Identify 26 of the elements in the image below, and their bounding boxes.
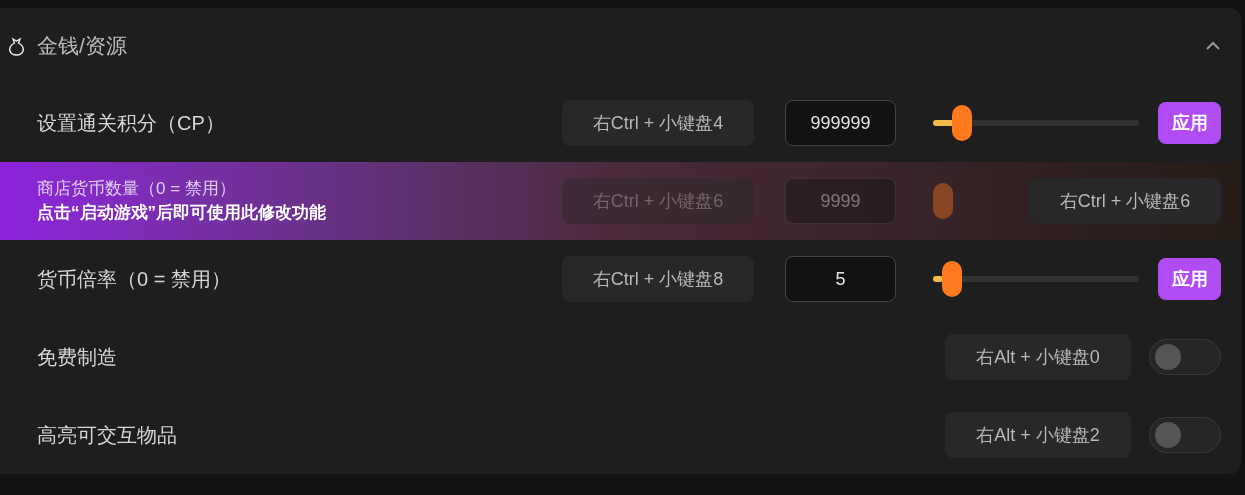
slider[interactable] xyxy=(933,105,1139,141)
setting-label: 商店货币数量（0 = 禁用） xyxy=(37,178,237,200)
slider-thumb xyxy=(933,183,953,219)
slider-thumb[interactable] xyxy=(951,105,972,141)
slider-thumb[interactable] xyxy=(942,261,963,297)
value-input[interactable]: 999999 xyxy=(785,100,896,146)
slider[interactable] xyxy=(933,261,1139,297)
shortcut-key: 右Ctrl + 小键盘4 xyxy=(562,100,754,146)
unlock-hint: 点击“启动游戏”后即可使用此修改功能 xyxy=(37,202,326,224)
setting-label: 货币倍率（0 = 禁用） xyxy=(37,267,231,292)
shortcut-key: 右Ctrl + 小键盘8 xyxy=(562,256,754,302)
shortcut-key: 右Alt + 小键盘2 xyxy=(945,412,1131,458)
toggle-switch[interactable] xyxy=(1149,339,1221,375)
apply-button[interactable]: 应用 xyxy=(1158,102,1221,144)
value-input[interactable]: 5 xyxy=(785,256,896,302)
section-title: 金钱/资源 xyxy=(37,33,127,60)
toggle-switch[interactable] xyxy=(1149,417,1221,453)
shortcut-key: 右Alt + 小键盘0 xyxy=(945,334,1131,380)
apply-button[interactable]: 应用 xyxy=(1158,258,1221,300)
money-bag-icon xyxy=(8,36,25,56)
chevron-icon[interactable] xyxy=(1205,41,1221,51)
shortcut-key: 右Ctrl + 小键盘6 xyxy=(562,178,754,224)
shortcut-key: 右Ctrl + 小键盘6 xyxy=(1029,178,1221,224)
setting-label: 设置通关积分（CP） xyxy=(37,111,225,136)
setting-label: 高亮可交互物品 xyxy=(37,423,177,448)
setting-label: 免费制造 xyxy=(37,345,117,370)
